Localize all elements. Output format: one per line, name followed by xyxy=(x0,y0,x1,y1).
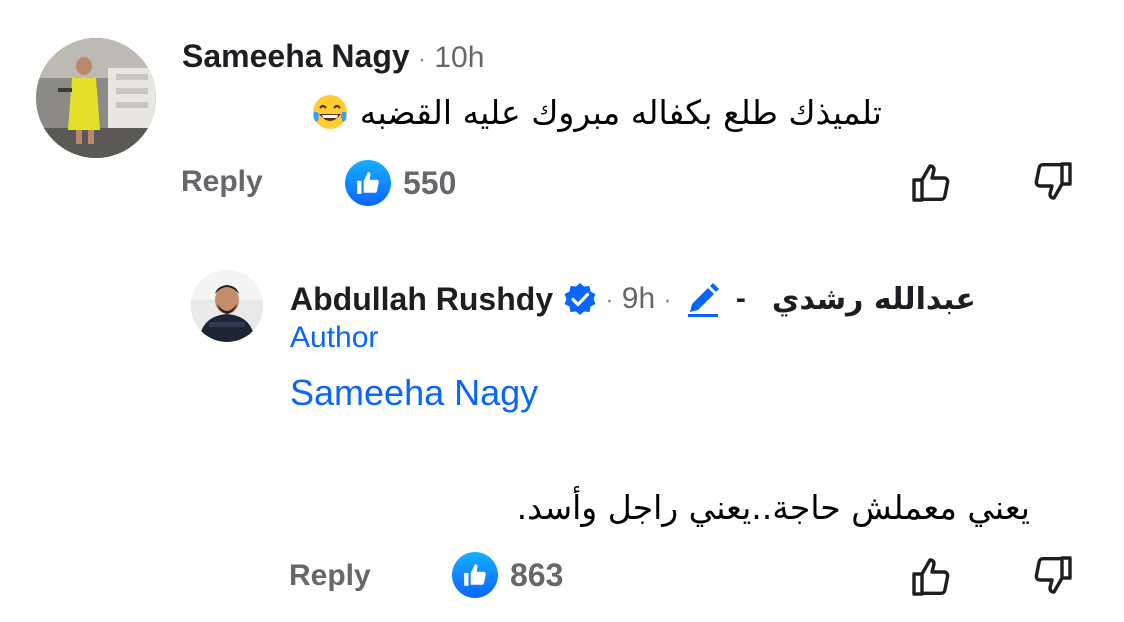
name-separator: - xyxy=(735,282,746,315)
like-count: 550 xyxy=(403,164,457,201)
reaction-summary[interactable]: 550 xyxy=(345,160,456,206)
reply-button[interactable]: Reply xyxy=(289,559,371,593)
author-badge: Author xyxy=(290,321,379,354)
reply-text: يعني معملش حاجة..يعني راجل وأسد. xyxy=(517,488,1030,527)
timestamp[interactable]: 10h xyxy=(434,41,484,75)
avatar[interactable] xyxy=(36,38,156,158)
like-count: 863 xyxy=(510,556,564,593)
mention-link[interactable]: Sameeha Nagy xyxy=(290,372,538,414)
dot-separator: · xyxy=(605,283,614,314)
timestamp[interactable]: 9h xyxy=(622,282,655,316)
comment-header: Sameeha Nagy · 10h xyxy=(182,38,484,75)
avatar-photo xyxy=(36,38,156,158)
thumbs-down-icon[interactable] xyxy=(1028,158,1076,206)
reaction-summary[interactable]: 863 xyxy=(452,552,563,598)
reply-header: Abdullah Rushdy · 9h · - عبدالله رشدي xyxy=(290,280,976,318)
avatar[interactable] xyxy=(191,270,263,342)
thumbs-up-icon[interactable] xyxy=(908,158,956,206)
verified-badge-icon xyxy=(564,283,596,315)
dot-separator: · xyxy=(417,43,427,73)
reply-body: يعني معملش حاجة..يعني راجل وأسد. xyxy=(516,488,1030,527)
comment-text: تلميذك طلع بكفاله مبروك عليه القضبه xyxy=(310,92,882,132)
edited-pencil-icon xyxy=(687,283,719,317)
comments-thread: Sameeha Nagy · 10h تلميذك طلع بكفاله مبر… xyxy=(0,0,1124,622)
avatar-photo xyxy=(191,270,263,342)
author-name[interactable]: Abdullah Rushdy xyxy=(290,281,553,318)
thumbs-down-icon[interactable] xyxy=(1028,552,1076,600)
like-reaction-icon xyxy=(452,552,498,598)
dot-separator: · xyxy=(663,283,672,314)
arabic-author-name: عبدالله رشدي xyxy=(771,281,976,317)
like-reaction-icon xyxy=(345,160,391,206)
comment-body: تلميذك طلع بكفاله مبروك عليه القضبه xyxy=(359,92,882,132)
laughing-tears-emoji-icon xyxy=(312,95,347,129)
reply-button[interactable]: Reply xyxy=(181,165,263,199)
thumbs-up-icon[interactable] xyxy=(908,552,956,600)
author-name[interactable]: Sameeha Nagy xyxy=(182,38,410,75)
